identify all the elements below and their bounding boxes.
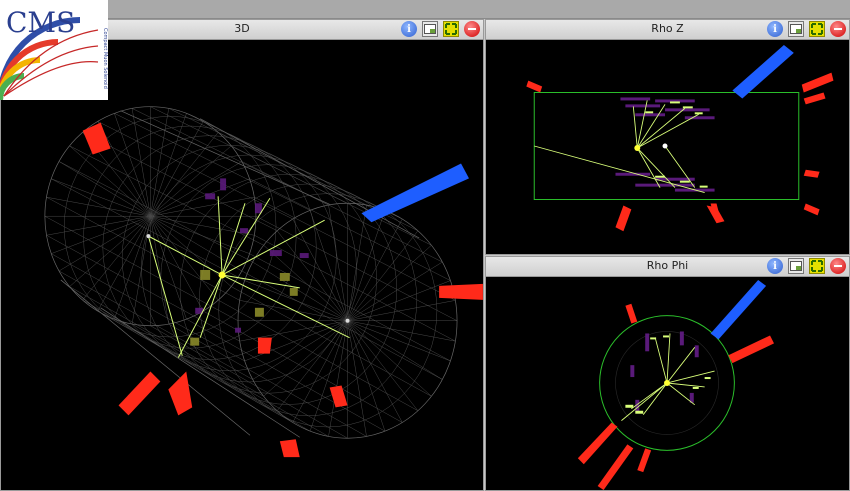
event-display-rhoz [526,44,834,232]
view-rhophi-canvas[interactable] [486,276,849,490]
info-icon[interactable]: i [767,21,783,37]
view-rhoz-canvas[interactable] [486,39,849,254]
logo-text: CMS [6,6,75,39]
maximize-icon[interactable] [443,21,459,37]
maximize-icon[interactable] [809,21,825,37]
info-icon[interactable]: i [767,258,783,274]
event-display-rhophi [577,279,775,490]
logo-subtext: Compact Muon Solenoid [102,28,108,89]
info-icon[interactable]: i [401,21,417,37]
save-image-icon[interactable] [788,21,804,37]
panel-rhophi-titlebar: Rho Phi i [486,257,849,277]
panel-rhophi: Rho Phi i [485,256,850,491]
cms-logo: CMS Compact Muon Solenoid [0,0,108,101]
save-image-icon[interactable] [422,21,438,37]
top-toolbar [0,0,850,19]
close-icon[interactable] [830,21,846,37]
panel-rhoz: Rho Z i [485,19,850,255]
panel-rhoz-titlebar: Rho Z i [486,20,849,40]
maximize-icon[interactable] [809,258,825,274]
close-icon[interactable] [830,258,846,274]
event-display-3d [44,106,483,458]
save-image-icon[interactable] [788,258,804,274]
close-icon[interactable] [464,21,480,37]
view-3d-canvas[interactable] [1,39,483,490]
